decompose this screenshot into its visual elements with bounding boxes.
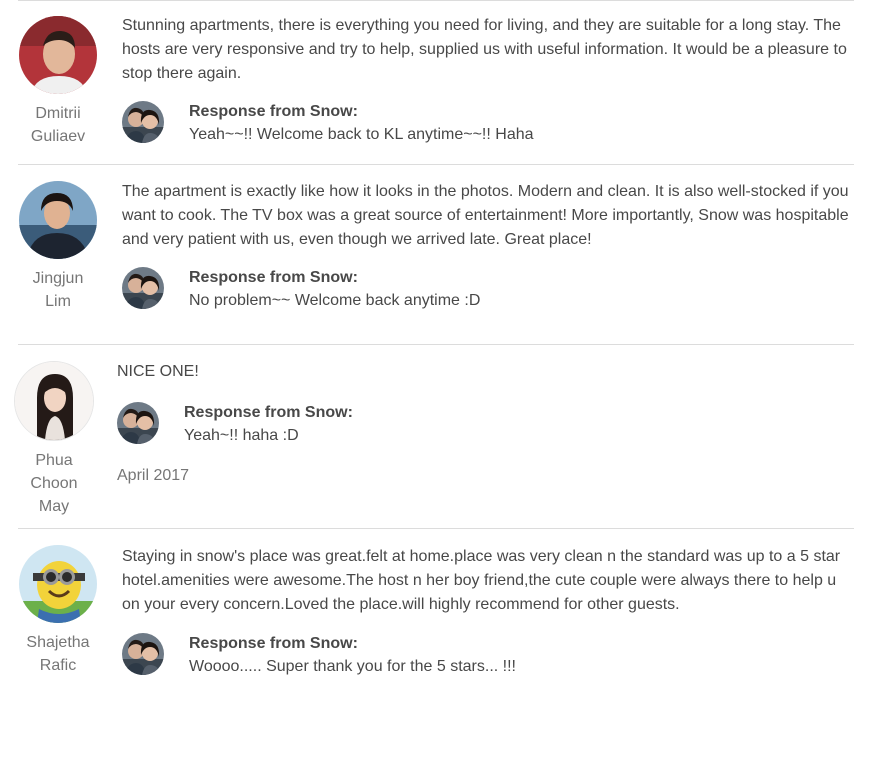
host-response: Response from Snow: Woooo..... Super tha… [122,633,822,681]
reviewer-avatar[interactable] [19,545,97,623]
review-item: Shajetha Rafic Staying in snow's place w… [18,529,854,709]
reviewer-avatar[interactable] [19,16,97,94]
reviewer-name[interactable]: Phua Choon May [14,449,94,518]
response-title: Response from Snow: [189,269,358,286]
review-text: NICE ONE! [117,363,199,380]
reviewer-photo-woman-long-hair-icon [15,362,93,440]
reviewer-profile[interactable]: Jingjun Lim [18,181,98,313]
host-avatar[interactable] [117,402,159,444]
review-item: Dmitrii Guliaev Stunning apartments, the… [18,0,854,165]
reviewer-name[interactable]: Dmitrii Guliaev [18,102,98,148]
reviewer-profile[interactable]: Shajetha Rafic [18,545,98,677]
host-response: Response from Snow: Yeah~~!! Welcome bac… [122,101,822,149]
reviewer-name-line: Dmitrii [35,105,81,122]
reviewer-avatar[interactable] [19,181,97,259]
response-title: Response from Snow: [184,404,353,421]
review-date: April 2017 [117,467,190,484]
host-couple-photo-icon [117,402,159,444]
response-text: Yeah~~!! Welcome back to KL anytime~~!! … [189,126,534,143]
response-title: Response from Snow: [189,635,358,652]
host-avatar[interactable] [122,633,164,675]
reviewer-name-line: Rafic [39,657,77,674]
reviewer-photo-woman-icon [19,181,97,259]
reviewer-name-line: Choon [30,475,78,492]
host-couple-photo-icon [122,101,164,143]
reviewer-name-line: Lim [45,293,71,310]
review-text: Stunning apartments, there is everything… [122,17,847,82]
response-text: Yeah~!! haha :D [184,427,299,444]
reviewer-profile[interactable]: Dmitrii Guliaev [18,16,98,148]
host-couple-photo-icon [122,267,164,309]
review-text: The apartment is exactly like how it loo… [122,183,849,248]
host-response: Response from Snow: Yeah~!! haha :D [117,402,817,450]
reviewer-avatar[interactable] [14,361,94,441]
host-avatar[interactable] [122,101,164,143]
response-text: Woooo..... Super thank you for the 5 sta… [189,658,516,675]
host-couple-photo-icon [122,633,164,675]
review-item: Jingjun Lim The apartment is exactly lik… [18,165,854,345]
response-title: Response from Snow: [189,103,358,120]
review-item: Phua Choon May NICE ONE! Response from S… [14,345,854,529]
reviewer-profile[interactable]: Phua Choon May [14,361,94,518]
reviewer-name[interactable]: Shajetha Rafic [18,631,98,677]
reviewer-photo-cartoon-minion-icon [19,545,97,623]
response-text: No problem~~ Welcome back anytime :D [189,292,481,309]
host-avatar[interactable] [122,267,164,309]
reviewer-name-line: Phua [35,452,73,469]
host-response: Response from Snow: No problem~~ Welcome… [122,267,822,315]
reviewer-name-line: May [38,498,70,515]
review-text: Staying in snow's place was great.felt a… [122,548,841,613]
reviewer-name-line: Guliaev [30,128,86,145]
reviewer-name-line: Shajetha [26,634,90,651]
reviewer-photo-man-icon [19,16,97,94]
reviewer-name-line: Jingjun [32,270,84,287]
reviewer-name[interactable]: Jingjun Lim [18,267,98,313]
